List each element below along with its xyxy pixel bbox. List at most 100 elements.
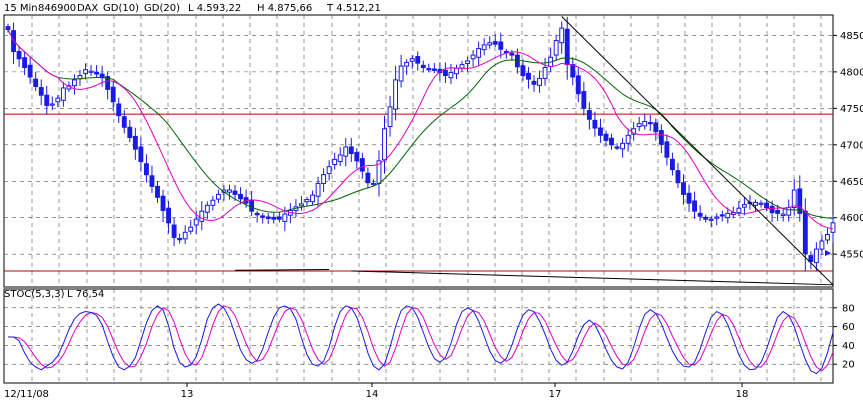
candle-body	[470, 54, 476, 60]
candle-body	[232, 190, 238, 195]
candle-body	[415, 56, 421, 64]
candle-body	[88, 70, 94, 73]
candle-body	[359, 158, 365, 172]
candle-body	[110, 86, 116, 103]
price-tick-label: 4600	[840, 213, 863, 224]
candle-body	[492, 41, 498, 45]
candle-body	[830, 222, 836, 233]
candle-body	[553, 40, 559, 56]
candle-body	[387, 106, 393, 128]
candle-body	[598, 127, 603, 136]
candle-body	[16, 50, 22, 60]
candle-body	[215, 193, 221, 200]
candle-body	[537, 77, 542, 86]
stochastic-tick-label: 40	[842, 341, 855, 352]
candle-body	[210, 199, 216, 206]
candle-body	[199, 210, 205, 222]
date-tick-label: 13	[181, 389, 194, 400]
candle-body	[132, 135, 138, 150]
candle-body	[38, 87, 44, 96]
candle-body	[509, 52, 515, 56]
candle-body	[442, 69, 448, 77]
candle-body	[332, 158, 338, 165]
candle-body	[5, 26, 11, 31]
candle-body	[315, 182, 321, 197]
candle-body	[454, 67, 459, 75]
symbol-id-label: 846900	[38, 3, 76, 14]
candle-body	[116, 103, 122, 117]
candle-body	[498, 41, 504, 50]
candle-body	[60, 87, 66, 101]
candle-body	[426, 68, 432, 71]
symbol-label: DAX	[77, 3, 98, 14]
price-tick-label: 4650	[840, 177, 863, 188]
candle-body	[614, 146, 620, 149]
candle-body	[271, 216, 277, 220]
candle-body	[420, 64, 426, 69]
candle-body	[658, 130, 664, 145]
candle-body	[249, 200, 255, 212]
candle-body	[764, 202, 769, 209]
candle-body	[586, 110, 592, 120]
candle-body	[559, 27, 565, 44]
candle-body	[542, 67, 548, 79]
date-tick-label: 17	[549, 389, 562, 400]
candle-body	[514, 54, 520, 68]
candle-body	[188, 226, 194, 232]
candle-body	[365, 172, 371, 184]
stochastic-tick-label: 60	[842, 322, 855, 333]
candle-body	[238, 193, 243, 200]
candle-body	[603, 133, 609, 141]
candle-body	[703, 216, 709, 220]
candle-body	[22, 57, 28, 69]
candle-body	[326, 166, 332, 175]
candle-body	[393, 79, 399, 110]
candle-body	[310, 194, 315, 203]
candle-body	[719, 214, 725, 217]
candle-body	[736, 207, 742, 214]
candle-body	[741, 204, 747, 208]
candle-body	[49, 103, 55, 106]
candle-body	[149, 175, 155, 187]
date-tick-label: 12/11/08	[4, 389, 49, 400]
candle-body	[465, 60, 471, 64]
stochastic-tick-label: 80	[842, 303, 855, 314]
price-tick-label: 4800	[840, 67, 863, 78]
date-tick-label: 14	[366, 389, 379, 400]
candle-body	[404, 61, 410, 67]
ma10-legend: GD(10)	[103, 3, 139, 14]
candle-body	[780, 213, 786, 217]
candle-body	[166, 207, 172, 224]
candle-body	[155, 185, 160, 198]
candle-body	[791, 189, 797, 209]
candle-body	[282, 213, 288, 222]
low-value-label: L 4.593,22	[188, 3, 241, 14]
candle-body	[481, 44, 487, 51]
candle-body	[431, 68, 437, 71]
candle-body	[775, 209, 781, 214]
candle-body	[769, 205, 775, 214]
candle-body	[83, 69, 88, 74]
candle-body	[337, 154, 343, 163]
candle-body	[348, 146, 354, 155]
candle-body	[254, 212, 260, 216]
candle-body	[647, 122, 653, 125]
stochastic-name-label: STOC(5,3,3)	[4, 289, 65, 300]
candle-body	[276, 216, 282, 220]
candle-body	[786, 207, 792, 216]
candle-body	[653, 122, 659, 133]
candle-body	[487, 42, 493, 46]
candle-body	[813, 248, 819, 264]
candle-body	[94, 71, 100, 75]
candle-body	[808, 255, 814, 262]
candle-body	[72, 79, 77, 87]
price-tick-label: 4550	[840, 250, 863, 261]
candle-body	[227, 189, 232, 193]
candle-body	[177, 238, 183, 241]
candle-body	[575, 75, 581, 95]
candle-body	[409, 58, 415, 62]
candle-body	[570, 64, 576, 78]
candle-body	[714, 216, 720, 219]
stochastic-value-label: L 76,54	[67, 289, 104, 300]
candle-body	[354, 151, 360, 162]
